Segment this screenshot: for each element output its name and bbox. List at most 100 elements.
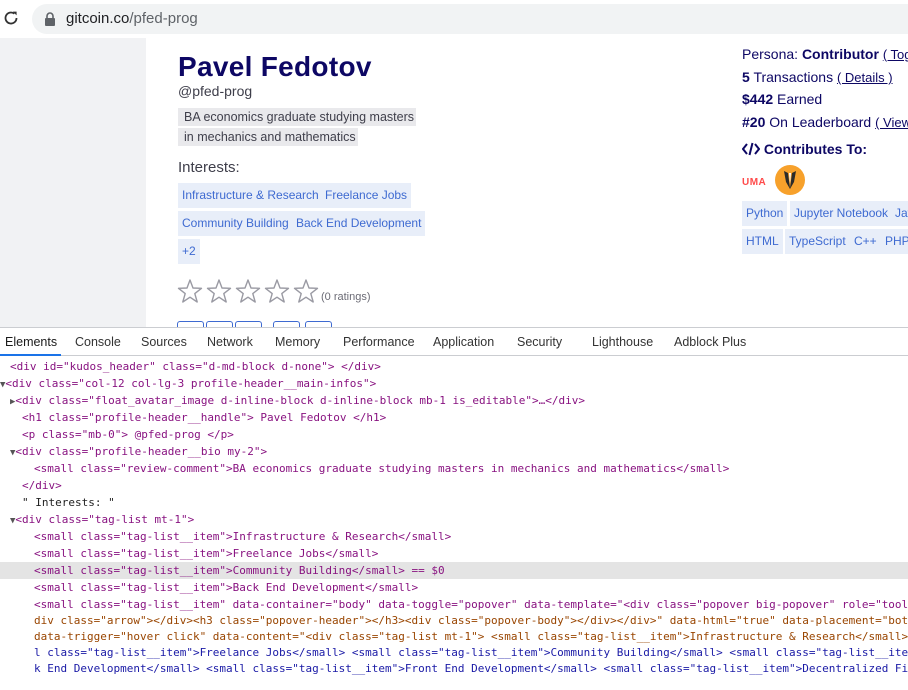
url-path: /pfed-prog <box>129 10 198 27</box>
dom-node[interactable]: <small class="tag-list__item">Freelance … <box>0 545 908 562</box>
transactions-details-link[interactable]: ( Details ) <box>837 70 893 85</box>
dom-node-text: " Interests: " <box>22 496 115 509</box>
badger-org-logo[interactable] <box>775 165 805 195</box>
language-tag[interactable]: Jav <box>891 201 908 226</box>
reload-icon[interactable] <box>2 9 20 27</box>
dom-node-text: <div class="tag-list mt-1"> <box>15 513 195 526</box>
devtools-panel: Elements Console Sources Network Memory … <box>0 327 908 690</box>
active-tab-indicator <box>0 354 61 356</box>
badger-icon <box>784 171 796 189</box>
dom-node-text: <small class="tag-list__item">Back End D… <box>34 581 419 594</box>
interest-tag[interactable]: Freelance Jobs <box>321 183 412 208</box>
contributes-heading: Contributes To: <box>741 141 867 157</box>
language-tag[interactable]: HTML <box>742 229 783 254</box>
persona-row: Persona: Contributor ( Togg <box>742 46 908 62</box>
dom-node-text: <small class="review-comment">BA economi… <box>34 462 730 475</box>
dom-node-wrap[interactable]: l class="tag-list__item">Freelance Jobs<… <box>0 644 908 661</box>
leaderboard-row: #20 On Leaderboard ( View <box>742 114 908 130</box>
devtools-tabbar: Elements Console Sources Network Memory … <box>0 328 908 356</box>
interest-tag[interactable]: Back End Development <box>292 211 426 236</box>
transactions-count: 5 <box>742 69 750 85</box>
dom-node[interactable]: ▶<div class="float_avatar_image d-inline… <box>0 392 908 409</box>
dom-node[interactable]: <p class="mb-0"> @pfed-prog </p> <box>0 426 908 443</box>
dom-node[interactable]: <small class="tag-list__item" data-conta… <box>0 596 908 613</box>
interest-tag[interactable]: Infrastructure & Research <box>178 183 323 208</box>
dom-node[interactable]: <h1 class="profile-header__handle"> Pave… <box>0 409 908 426</box>
language-tag[interactable]: PHP <box>881 229 908 254</box>
dom-node-text: <small class="tag-list__item">Freelance … <box>34 547 379 560</box>
earned-row: $442 Earned <box>742 91 822 107</box>
persona-value: Contributor <box>801 46 879 62</box>
dom-node-wrap[interactable]: div class="arrow"></div><h3 class="popov… <box>0 612 908 629</box>
tab-security[interactable]: Security <box>517 335 562 349</box>
leaderboard-label: On Leaderboard <box>769 114 872 130</box>
tab-memory[interactable]: Memory <box>275 335 320 349</box>
tab-performance[interactable]: Performance <box>343 335 415 349</box>
dom-node-text: k End Development</small> <small class="… <box>34 662 908 675</box>
tab-console[interactable]: Console <box>75 335 121 349</box>
star-icon <box>264 279 290 303</box>
profile-name: Pavel Fedotov <box>178 51 372 82</box>
language-tag[interactable]: C++ <box>850 229 881 254</box>
profile-bio: BA economics graduate studying masters in… <box>178 107 428 147</box>
earned-value: $442 <box>742 91 774 107</box>
dom-node-text: <div class="col-12 col-lg-3 profile-head… <box>5 377 377 390</box>
rating-stars <box>177 278 319 304</box>
star-icon <box>293 279 319 303</box>
dom-node-wrap[interactable]: k End Development</small> <small class="… <box>0 660 908 677</box>
interest-tag[interactable]: Community Building <box>178 211 293 236</box>
tab-application[interactable]: Application <box>433 335 494 349</box>
dom-node-text: <div class="profile-header__bio my-2"> <box>15 445 268 458</box>
dom-node[interactable]: " Interests: " <box>0 494 908 511</box>
dom-node-selected[interactable]: <small class="tag-list__item">Community … <box>0 562 908 579</box>
transactions-row: 5 Transactions ( Details ) <box>742 69 893 85</box>
tab-network[interactable]: Network <box>207 335 253 349</box>
language-tag[interactable]: TypeScript <box>785 229 850 254</box>
lock-icon <box>45 12 55 26</box>
dom-node-wrap[interactable]: data-trigger="hover click" data-content=… <box>0 628 908 645</box>
dom-node-text: <small class="tag-list__item" data-conta… <box>34 598 908 611</box>
tab-lighthouse[interactable]: Lighthouse <box>592 335 653 349</box>
dom-node-text: <p class="mb-0"> @pfed-prog </p> <box>22 428 234 441</box>
dom-node-text: <div id="kudos_header" class="d-md-block… <box>10 360 381 373</box>
interests-label: Interests: <box>178 159 240 176</box>
dom-node-text: l class="tag-list__item">Freelance Jobs<… <box>34 646 908 659</box>
bio-line-1: BA economics graduate studying masters <box>178 108 416 126</box>
tab-elements[interactable]: Elements <box>5 335 57 349</box>
address-bar[interactable]: gitcoin.co/pfed-prog <box>32 4 908 34</box>
persona-label: Persona: <box>742 46 799 62</box>
bio-line-2: in mechanics and mathematics <box>178 128 358 146</box>
star-icon <box>235 279 261 303</box>
dom-node[interactable]: <small class="review-comment">BA economi… <box>0 460 908 477</box>
dom-node-text: <small class="tag-list__item">Infrastruc… <box>34 530 452 543</box>
dom-node[interactable]: ▼<div class="col-12 col-lg-3 profile-hea… <box>0 375 908 392</box>
transactions-label: Transactions <box>753 69 834 85</box>
dom-node[interactable]: <small class="tag-list__item">Back End D… <box>0 579 908 596</box>
dom-node-text: <small class="tag-list__item">Community … <box>34 564 445 577</box>
language-tag[interactable]: Jupyter Notebook <box>790 201 893 226</box>
left-gutter <box>0 38 146 327</box>
dom-node-text: <div class="float_avatar_image d-inline-… <box>15 394 585 407</box>
ratings-count: (0 ratings) <box>321 291 371 303</box>
dom-node-text: div class="arrow"></div><h3 class="popov… <box>34 614 908 627</box>
tab-adblock-plus[interactable]: Adblock Plus <box>674 335 746 349</box>
page-viewport: Pavel Fedotov @pfed-prog BA economics gr… <box>0 38 908 327</box>
url-host: gitcoin.co <box>66 10 130 27</box>
interest-tag-more[interactable]: +2 <box>178 239 200 264</box>
star-icon <box>206 279 232 303</box>
dom-node[interactable]: ▼<div class="tag-list mt-1"> <box>0 511 908 528</box>
leaderboard-view-link[interactable]: ( View <box>875 115 908 130</box>
star-icon <box>177 279 203 303</box>
dom-node[interactable]: </div> <box>0 477 908 494</box>
language-tag[interactable]: Python <box>742 201 788 226</box>
dom-node[interactable]: <small class="tag-list__item">Infrastruc… <box>0 528 908 545</box>
leaderboard-rank: #20 <box>742 114 766 130</box>
profile-handle: @pfed-prog <box>178 83 253 99</box>
earned-label: Earned <box>777 91 823 107</box>
code-icon <box>741 142 761 156</box>
uma-org-logo[interactable]: UMA <box>742 177 766 188</box>
dom-node[interactable]: <div id="kudos_header" class="d-md-block… <box>0 358 908 375</box>
persona-toggle-link[interactable]: ( Togg <box>883 47 908 62</box>
tab-sources[interactable]: Sources <box>141 335 187 349</box>
dom-node[interactable]: ▼<div class="profile-header__bio my-2"> <box>0 443 908 460</box>
